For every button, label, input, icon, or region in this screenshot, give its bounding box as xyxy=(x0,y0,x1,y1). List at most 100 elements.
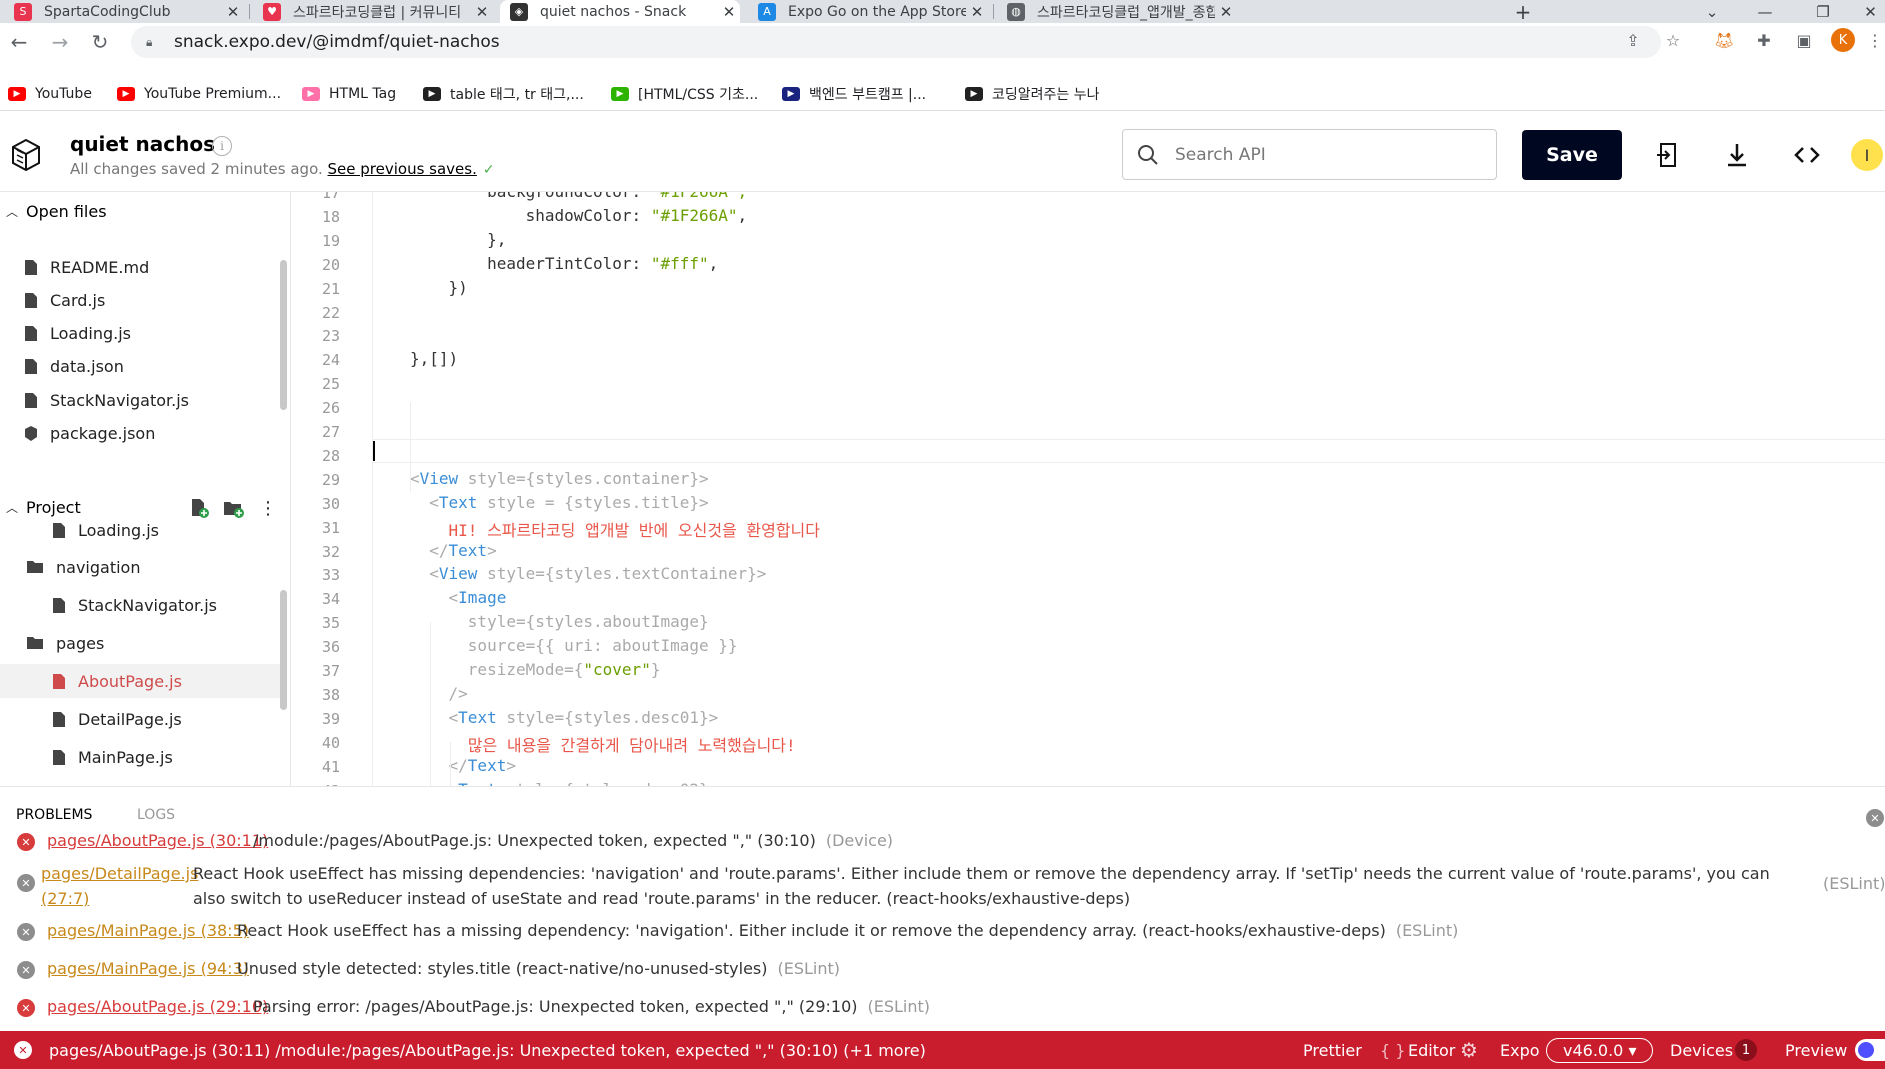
prettier-label[interactable]: Prettier xyxy=(1303,1031,1362,1069)
close-tab-icon[interactable]: ✕ xyxy=(222,3,244,21)
extensions-puzzle-icon[interactable]: ✚ xyxy=(1752,28,1776,52)
code-line[interactable]: <View style={styles.container}> xyxy=(410,469,709,488)
previous-saves-link[interactable]: See previous saves. xyxy=(328,160,477,178)
problem-location-link[interactable]: pages/MainPage.js (94:3) xyxy=(47,959,249,978)
prettier-braces-icon[interactable]: { } xyxy=(1380,1031,1405,1069)
project-tree-item[interactable]: Loading.js xyxy=(52,513,159,547)
code-line[interactable]: backgroundColor: "#1F266A", xyxy=(410,192,747,201)
project-tree-item[interactable]: StackNavigator.js xyxy=(52,588,217,622)
forward-button[interactable]: → xyxy=(46,28,74,56)
code-line[interactable]: source={{ uri: aboutImage }} xyxy=(410,636,738,655)
search-api-input[interactable] xyxy=(1175,144,1475,165)
address-bar[interactable]: 🔒︎ snack.expo.dev/@imdmf/quiet-nachos xyxy=(131,26,1661,58)
tab-logs[interactable]: LOGS xyxy=(137,807,175,823)
status-error-message[interactable]: pages/AboutPage.js (30:11) /module:/page… xyxy=(49,1031,926,1069)
code-line[interactable]: <Text style={styles.desc01}> xyxy=(410,708,719,727)
gear-icon[interactable]: ⚙ xyxy=(1460,1031,1478,1069)
tab-problems[interactable]: PROBLEMS xyxy=(16,807,92,823)
browser-tab[interactable]: ♥ 스파르타코딩클럽 | 커뮤니티 ✕ xyxy=(253,0,493,23)
project-tree-item[interactable]: AboutPage.js xyxy=(0,664,280,698)
info-icon[interactable]: i xyxy=(212,136,232,156)
problem-location-link[interactable]: pages/AboutPage.js (29:10) xyxy=(47,997,268,1016)
more-options-icon[interactable]: ⋮ xyxy=(257,497,279,519)
browser-tab[interactable]: ◍ 스파르타코딩클럽_앱개발_종합반 ✕ xyxy=(997,0,1237,23)
open-file-item[interactable]: package.json xyxy=(24,417,155,451)
code-line[interactable]: headerTintColor: "#fff", xyxy=(410,254,718,273)
code-line[interactable]: <Text style = {styles.title}> xyxy=(410,493,708,512)
close-tab-icon[interactable]: ✕ xyxy=(966,3,988,21)
open-file-item[interactable]: data.json xyxy=(24,350,124,384)
new-file-icon[interactable] xyxy=(188,497,210,519)
bookmark-item[interactable]: ▶ 코딩알려주는 누나 xyxy=(965,83,1100,105)
project-tree-item[interactable]: MainPage.js xyxy=(52,740,173,774)
bookmark-item[interactable]: ▶ [HTML/CSS 기초... xyxy=(611,83,758,105)
problem-item[interactable]: ✕ pages/MainPage.js (38:5) React Hook useE… xyxy=(0,917,1885,947)
side-panel-icon[interactable]: ▣ xyxy=(1792,28,1816,52)
problem-item[interactable]: ✕ pages/MainPage.js (94:3) Unused style de… xyxy=(0,955,1885,985)
restore-icon[interactable]: ❐ xyxy=(1800,0,1846,23)
minimize-icon[interactable]: — xyxy=(1742,0,1788,23)
project-name[interactable]: quiet nachos xyxy=(70,132,215,156)
browser-tab[interactable]: ◈ quiet nachos - Snack ✕ xyxy=(500,0,740,23)
user-avatar[interactable]: I xyxy=(1851,139,1883,171)
problem-item[interactable]: ✕ pages/AboutPage.js (29:10) Parsing error… xyxy=(0,993,1885,1023)
new-folder-icon[interactable] xyxy=(222,497,244,519)
project-tree-item[interactable]: navigation xyxy=(26,550,140,584)
back-button[interactable]: ← xyxy=(5,28,33,56)
project-tree-item[interactable]: pages xyxy=(26,626,104,660)
bookmark-item[interactable]: ▶ 백엔드 부트캠프 |... xyxy=(782,83,926,105)
code-line[interactable]: resizeMode={"cover"} xyxy=(410,660,661,679)
open-file-item[interactable]: Card.js xyxy=(24,283,105,317)
code-line[interactable]: HI! 스파르타코딩 앱개발 반에 오신것을 환영합니다 xyxy=(410,517,820,541)
open-file-item[interactable]: README.md xyxy=(24,250,149,284)
code-line[interactable]: </Text> xyxy=(410,756,516,775)
search-api-box[interactable] xyxy=(1122,129,1497,180)
project-scrollbar[interactable] xyxy=(280,590,287,710)
editor-label[interactable]: Editor xyxy=(1408,1031,1455,1069)
problem-item[interactable]: ✕ pages/DetailPage.js (27:7) (ESLint) React… xyxy=(0,857,1885,915)
address-url[interactable]: snack.expo.dev/@imdmf/quiet-nachos xyxy=(174,32,500,52)
problem-location-link[interactable]: pages/MainPage.js (38:5) xyxy=(47,921,249,940)
bookmark-item[interactable]: ▶ YouTube Premium... xyxy=(117,83,281,105)
tab-search-icon[interactable]: ⌄ xyxy=(1689,0,1735,23)
devices-label[interactable]: Devices xyxy=(1670,1031,1733,1069)
import-icon[interactable] xyxy=(1653,140,1683,170)
open-files-scrollbar[interactable] xyxy=(280,260,287,410)
close-panel-icon[interactable]: ✕ xyxy=(1866,809,1884,827)
browser-tab[interactable]: S SpartaCodingClub ✕ xyxy=(4,0,244,23)
code-line[interactable]: }) xyxy=(410,278,468,297)
browser-menu-icon[interactable]: ⋮ xyxy=(1867,28,1883,52)
project-tree-item[interactable]: DetailPage.js xyxy=(52,702,182,736)
open-files-header[interactable]: ︿ Open files xyxy=(0,194,280,228)
sdk-version-value[interactable]: v46.0.0 ▾ xyxy=(1546,1037,1654,1063)
code-line[interactable]: <Image xyxy=(410,588,507,607)
error-icon[interactable]: ✕ xyxy=(14,1031,32,1069)
preview-toggle[interactable] xyxy=(1855,1031,1885,1069)
profile-avatar[interactable]: K xyxy=(1831,28,1855,52)
close-window-icon[interactable]: ✕ xyxy=(1856,0,1885,23)
close-tab-icon[interactable]: ✕ xyxy=(471,3,493,21)
code-line[interactable]: style={styles.aboutImage} xyxy=(410,612,709,631)
open-file-item[interactable]: Loading.js xyxy=(24,317,131,351)
code-line[interactable]: /> xyxy=(410,684,468,703)
download-icon[interactable] xyxy=(1722,140,1752,170)
open-file-item[interactable]: StackNavigator.js xyxy=(24,383,189,417)
close-tab-icon[interactable]: ✕ xyxy=(1215,3,1237,21)
problem-location-link[interactable]: pages/DetailPage.js (27:7) xyxy=(41,861,198,911)
save-button[interactable]: Save xyxy=(1522,130,1622,180)
project-tree-item[interactable]: App.js xyxy=(28,778,103,787)
browser-tab[interactable]: A Expo Go on the App Store ✕ xyxy=(748,0,988,23)
snack-logo-icon[interactable] xyxy=(10,138,42,172)
code-line[interactable]: </Text> xyxy=(410,541,496,560)
share-icon[interactable]: ⇪ xyxy=(1621,28,1645,52)
embed-code-icon[interactable] xyxy=(1792,140,1822,170)
bookmark-item[interactable]: ▶ HTML Tag xyxy=(302,83,396,105)
star-icon[interactable]: ☆ xyxy=(1661,28,1685,52)
code-line[interactable]: shadowColor: "#1F266A", xyxy=(410,206,748,225)
close-tab-icon[interactable]: ✕ xyxy=(718,3,740,21)
new-tab-icon[interactable]: + xyxy=(1500,0,1546,24)
problem-item[interactable]: ✕ pages/AboutPage.js (30:11)/module:/page… xyxy=(0,827,1885,857)
metamask-extension-icon[interactable]: 🦊︎ xyxy=(1712,28,1736,52)
code-line[interactable]: },[]) xyxy=(410,349,458,368)
problem-location-link[interactable]: pages/AboutPage.js (30:11) xyxy=(47,831,268,850)
